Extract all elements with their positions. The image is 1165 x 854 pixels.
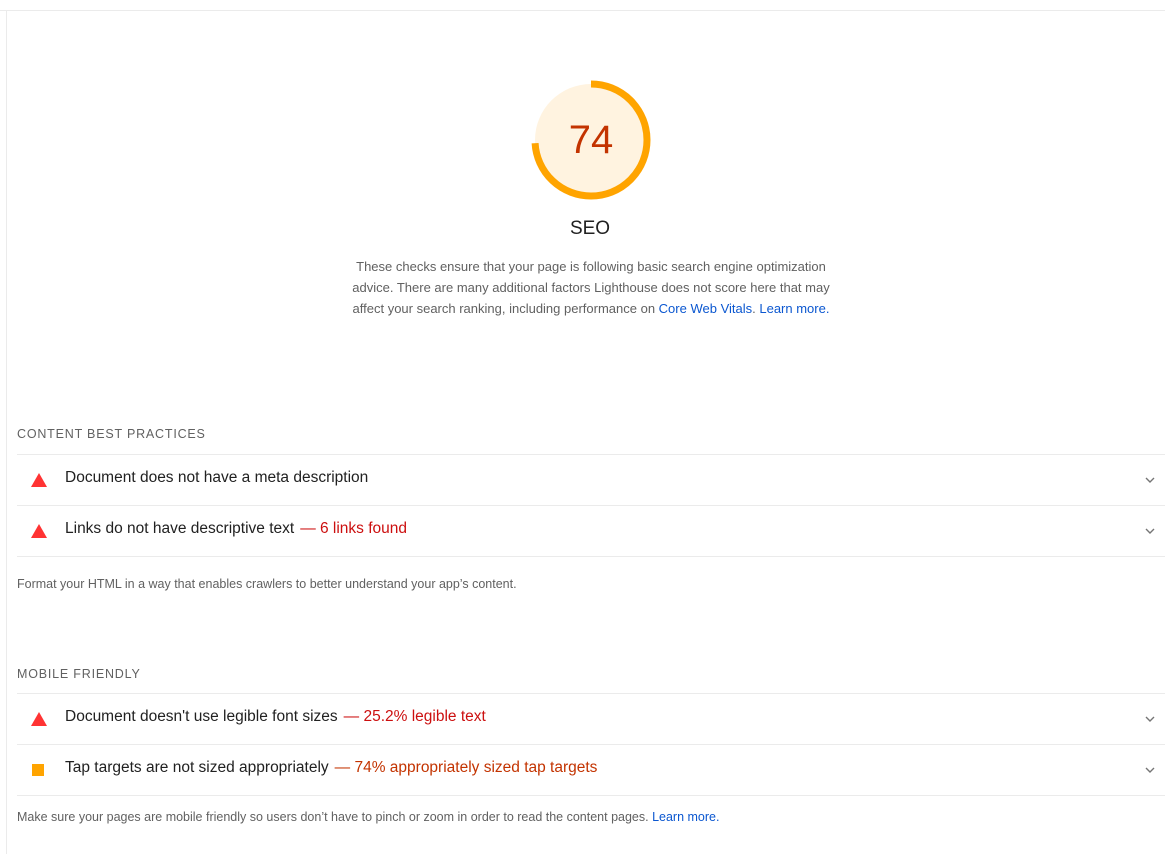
audit-title-text: Document does not have a meta descriptio…	[65, 469, 368, 487]
category-learn-more-link[interactable]: Learn more	[759, 301, 825, 316]
audit-link-text[interactable]: Links do not have descriptive text — 6 li…	[17, 505, 1165, 557]
top-divider	[0, 10, 1165, 11]
group-description-mobile: Make sure your pages are mobile friendly…	[17, 810, 720, 824]
audit-title-text: Links do not have descriptive text — 6 li…	[65, 520, 407, 538]
group-description-content: Format your HTML in a way that enables c…	[17, 577, 517, 591]
group-title-mobile-friendly: MOBILE FRIENDLY	[17, 667, 141, 681]
triangle-fail-icon	[31, 712, 47, 726]
audit-title-text: Tap targets are not sized appropriately —…	[65, 759, 597, 777]
audit-title: Document doesn't use legible font sizes	[65, 708, 338, 725]
chevron-down-icon[interactable]	[1144, 764, 1156, 776]
audit-display-value: — 6 links found	[300, 520, 408, 537]
chevron-down-icon[interactable]	[1144, 525, 1156, 537]
mobile-learn-more-link[interactable]: Learn more	[652, 810, 716, 824]
triangle-fail-icon	[31, 524, 47, 538]
audit-title: Tap targets are not sized appropriately	[65, 759, 329, 776]
mobile-description-end: .	[716, 810, 720, 824]
group-title-content-best-practices: CONTENT BEST PRACTICES	[17, 427, 206, 441]
square-average-icon	[32, 764, 44, 776]
category-title: SEO	[569, 218, 611, 239]
audit-tap-targets[interactable]: Tap targets are not sized appropriately —…	[17, 744, 1165, 796]
audit-title-text: Document doesn't use legible font sizes —…	[65, 708, 486, 726]
audit-display-value: — 25.2% legible text	[343, 708, 486, 725]
left-divider	[6, 10, 7, 854]
score-value: 74	[568, 118, 614, 162]
group-description-mobile-text: Make sure your pages are mobile friendly…	[17, 810, 653, 824]
audit-legible-font-sizes[interactable]: Document doesn't use legible font sizes —…	[17, 693, 1165, 743]
audit-title: Document does not have a meta descriptio…	[65, 469, 369, 486]
core-web-vitals-link[interactable]: Core Web Vitals	[659, 301, 752, 316]
audit-display-value: — 74% appropriately sized tap targets	[334, 759, 598, 776]
category-description: These checks ensure that your page is fo…	[350, 256, 832, 319]
chevron-down-icon[interactable]	[1144, 474, 1156, 486]
chevron-down-icon[interactable]	[1144, 713, 1156, 725]
audit-title: Links do not have descriptive text	[65, 520, 295, 537]
audit-meta-description[interactable]: Document does not have a meta descriptio…	[17, 454, 1165, 504]
triangle-fail-icon	[31, 473, 47, 487]
category-description-end: .	[825, 301, 830, 316]
score-gauge[interactable]: 74	[530, 79, 652, 201]
lighthouse-seo-report: 74 SEO These checks ensure that your pag…	[0, 0, 1165, 854]
